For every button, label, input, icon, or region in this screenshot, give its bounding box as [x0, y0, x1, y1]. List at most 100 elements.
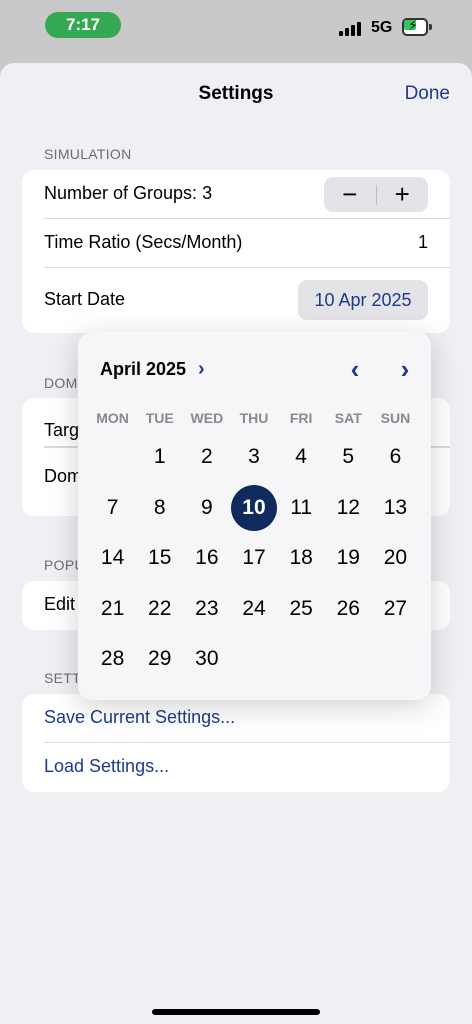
calendar-day[interactable]: 4 — [278, 432, 325, 483]
calendar-day[interactable]: 30 — [183, 634, 230, 685]
calendar-day[interactable]: 22 — [136, 584, 183, 635]
status-bar: 7:17 5G ⚡ — [0, 0, 472, 58]
calendar-day[interactable]: 21 — [89, 584, 136, 635]
day-number: 13 — [383, 495, 408, 519]
calendar-day[interactable]: 6 — [372, 432, 419, 483]
time-ratio-value[interactable]: 1 — [418, 232, 428, 253]
settings-card: Save Current Settings... Load Settings..… — [22, 694, 450, 792]
day-number: 15 — [148, 546, 172, 570]
day-number: 20 — [383, 546, 408, 570]
settings-header: SETT — [44, 670, 81, 686]
population-row-label: Edit — [44, 594, 76, 614]
empty-day-cell — [278, 634, 325, 685]
empty-day-cell — [89, 432, 136, 483]
weekday-label: WED — [190, 410, 224, 426]
weekday-label: SAT — [334, 410, 362, 426]
save-settings-link[interactable]: Save Current Settings... — [44, 707, 235, 728]
selected-day[interactable]: 10 — [230, 483, 277, 534]
empty-day-cell — [372, 634, 419, 685]
day-number: 25 — [289, 596, 313, 620]
day-number: 9 — [201, 495, 213, 519]
calendar-day[interactable]: 14 — [89, 533, 136, 584]
calendar-day[interactable]: 20 — [372, 533, 419, 584]
day-number: 19 — [336, 546, 360, 570]
battery-icon: ⚡ — [402, 17, 432, 36]
calendar-day[interactable]: 3 — [230, 432, 277, 483]
calendar-day[interactable]: 29 — [136, 634, 183, 685]
day-number: 4 — [295, 445, 307, 469]
empty-day-cell — [325, 634, 372, 685]
chevron-right-icon[interactable]: › — [198, 358, 205, 381]
signal-icon — [339, 20, 363, 36]
calendar-day[interactable]: 19 — [325, 533, 372, 584]
day-number: 5 — [342, 445, 355, 469]
weekday-header: MON TUE WED THU FRI SAT SUN — [89, 410, 419, 426]
time-ratio-label: Time Ratio (Secs/Month) — [44, 232, 243, 252]
domain-header: DOM — [44, 375, 78, 391]
month-year-label[interactable]: April 2025 — [100, 359, 186, 380]
simulation-header: SIMULATION — [44, 146, 132, 162]
calendar-day[interactable]: 17 — [230, 533, 277, 584]
calendar-day[interactable]: 25 — [278, 584, 325, 635]
day-number: 21 — [100, 596, 125, 620]
day-number: 14 — [100, 546, 125, 570]
network-label: 5G — [371, 19, 393, 36]
day-number: 27 — [383, 596, 408, 620]
calendar-day[interactable]: 26 — [325, 584, 372, 635]
domain-row-1-label: Targ — [44, 420, 80, 440]
weekday-label: MON — [96, 410, 129, 426]
groups-row: Number of Groups: 3 − + — [44, 170, 450, 219]
day-number: 30 — [195, 647, 219, 671]
calendar-day[interactable]: 11 — [278, 483, 325, 534]
previous-month-button[interactable]: ‹ — [341, 354, 369, 385]
calendar-day[interactable]: 18 — [278, 533, 325, 584]
calendar-day[interactable]: 27 — [372, 584, 419, 635]
start-date-row: Start Date 10 Apr 2025 — [44, 268, 450, 333]
day-number: 29 — [148, 647, 172, 671]
calendar-day[interactable]: 9 — [183, 483, 230, 534]
calendar-day[interactable]: 24 — [230, 584, 277, 635]
time-ratio-row: Time Ratio (Secs/Month) 1 — [44, 219, 450, 268]
day-number: 6 — [389, 445, 402, 469]
load-settings-link[interactable]: Load Settings... — [44, 756, 169, 777]
groups-stepper: − + — [324, 177, 428, 212]
day-number: 12 — [336, 495, 360, 519]
save-settings-row[interactable]: Save Current Settings... — [44, 694, 450, 743]
start-date-button[interactable]: 10 Apr 2025 — [298, 280, 428, 320]
day-number: 16 — [195, 546, 219, 570]
simulation-card: Number of Groups: 3 − + Time Ratio (Secs… — [22, 170, 450, 333]
day-number: 17 — [242, 546, 266, 570]
calendar-day[interactable]: 1 — [136, 432, 183, 483]
weekday-label: TUE — [145, 410, 174, 426]
next-month-button[interactable]: › — [391, 354, 419, 385]
day-number: 28 — [100, 647, 125, 671]
status-time: 7:17 — [45, 12, 121, 38]
day-number: 8 — [153, 495, 166, 519]
day-number: 3 — [248, 445, 260, 469]
decrement-button[interactable]: − — [324, 177, 376, 212]
weekday-label: FRI — [289, 410, 313, 426]
calendar-day[interactable]: 23 — [183, 584, 230, 635]
page-title: Settings — [198, 83, 274, 104]
calendar-day[interactable]: 8 — [136, 483, 183, 534]
day-number: 7 — [106, 495, 119, 519]
day-number: 26 — [336, 596, 360, 620]
calendar-day[interactable]: 28 — [89, 634, 136, 685]
day-number: 24 — [242, 596, 266, 620]
calendar-day[interactable]: 13 — [372, 483, 419, 534]
calendar-day[interactable]: 2 — [183, 432, 230, 483]
calendar-day[interactable]: 12 — [325, 483, 372, 534]
day-number: 1 — [153, 445, 166, 469]
calendar-day[interactable]: 5 — [325, 432, 372, 483]
calendar-day[interactable]: 16 — [183, 533, 230, 584]
domain-row-2-label: Dom — [44, 466, 83, 486]
start-date-label: Start Date — [44, 289, 126, 309]
load-settings-row[interactable]: Load Settings... — [44, 743, 450, 792]
day-number: 10 — [230, 484, 277, 531]
home-indicator — [152, 1009, 320, 1015]
groups-label: Number of Groups: 3 — [44, 183, 213, 203]
increment-button[interactable]: + — [377, 177, 429, 212]
calendar-day[interactable]: 7 — [89, 483, 136, 534]
calendar-day[interactable]: 15 — [136, 533, 183, 584]
done-button[interactable]: Done — [405, 83, 450, 105]
